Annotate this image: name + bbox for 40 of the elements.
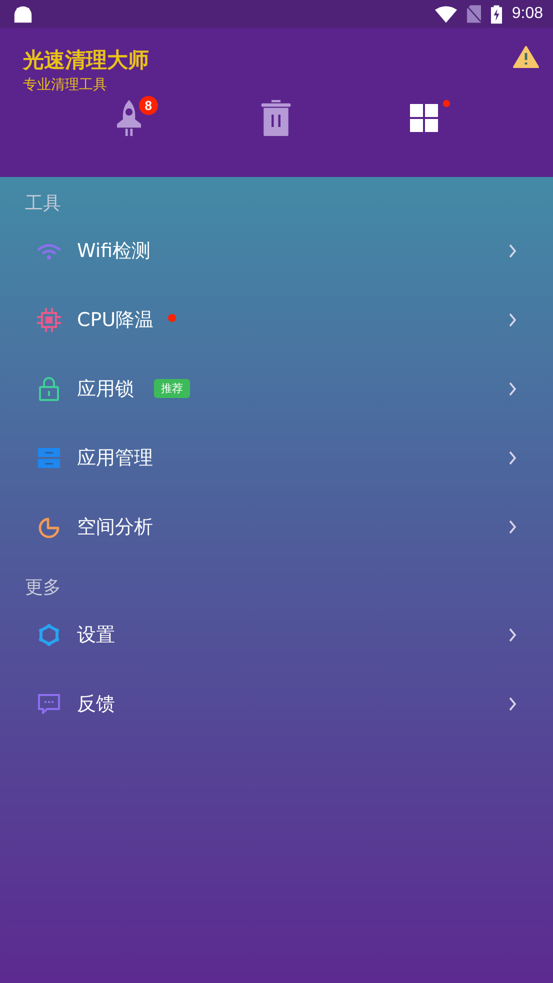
chevron-right-icon <box>509 628 517 642</box>
menu-item[interactable]: Wifi检测 <box>0 216 553 285</box>
padlock-icon <box>38 376 60 400</box>
trash-icon[interactable] <box>261 100 292 136</box>
chevron-right-icon <box>509 450 517 464</box>
recommend-tag: 推荐 <box>154 379 190 398</box>
menu-item[interactable]: 应用锁 推荐 <box>0 354 553 423</box>
chip-icon <box>37 308 61 332</box>
no-sim-icon <box>466 5 481 23</box>
grid-icon[interactable] <box>410 104 438 132</box>
chevron-right-icon <box>509 244 517 258</box>
clock-time: 9:08 <box>512 5 543 23</box>
menu-item[interactable]: 反馈 <box>0 669 553 738</box>
menu-item-label: CPU降温 <box>77 308 154 332</box>
menu-item-label: 反馈 <box>77 692 115 716</box>
section-heading: 工具 <box>24 192 62 216</box>
battery-charging-icon <box>490 4 502 24</box>
menu-item[interactable]: 设置 <box>0 600 553 669</box>
drawer-icon <box>38 448 60 468</box>
menu-item-label: 应用管理 <box>77 446 153 470</box>
menu-item-label: 设置 <box>77 622 115 648</box>
count-badge: 8 <box>138 96 158 115</box>
menu-item[interactable]: CPU降温 <box>0 285 553 354</box>
chevron-right-icon <box>509 696 517 710</box>
speech-bubble-icon <box>38 694 60 714</box>
chevron-right-icon <box>509 312 517 326</box>
menu-item-label: Wifi检测 <box>77 238 151 264</box>
app-title: 光速清理大师 <box>23 47 149 74</box>
menu-item-label: 应用锁 <box>77 376 134 402</box>
app-subtitle: 专业清理工具 <box>23 76 108 94</box>
chevron-right-icon <box>509 382 517 396</box>
menu-item[interactable]: 应用管理 <box>0 423 553 492</box>
warning-icon[interactable] <box>513 46 539 68</box>
pie-chart-icon <box>38 516 60 538</box>
wifi-icon <box>434 6 457 22</box>
section-heading: 更多 <box>24 576 62 600</box>
chevron-right-icon <box>509 520 517 534</box>
menu-item-label: 空间分析 <box>77 514 153 540</box>
menu-item[interactable]: 空间分析 <box>0 492 553 561</box>
tab[interactable]: 8 <box>98 98 159 138</box>
